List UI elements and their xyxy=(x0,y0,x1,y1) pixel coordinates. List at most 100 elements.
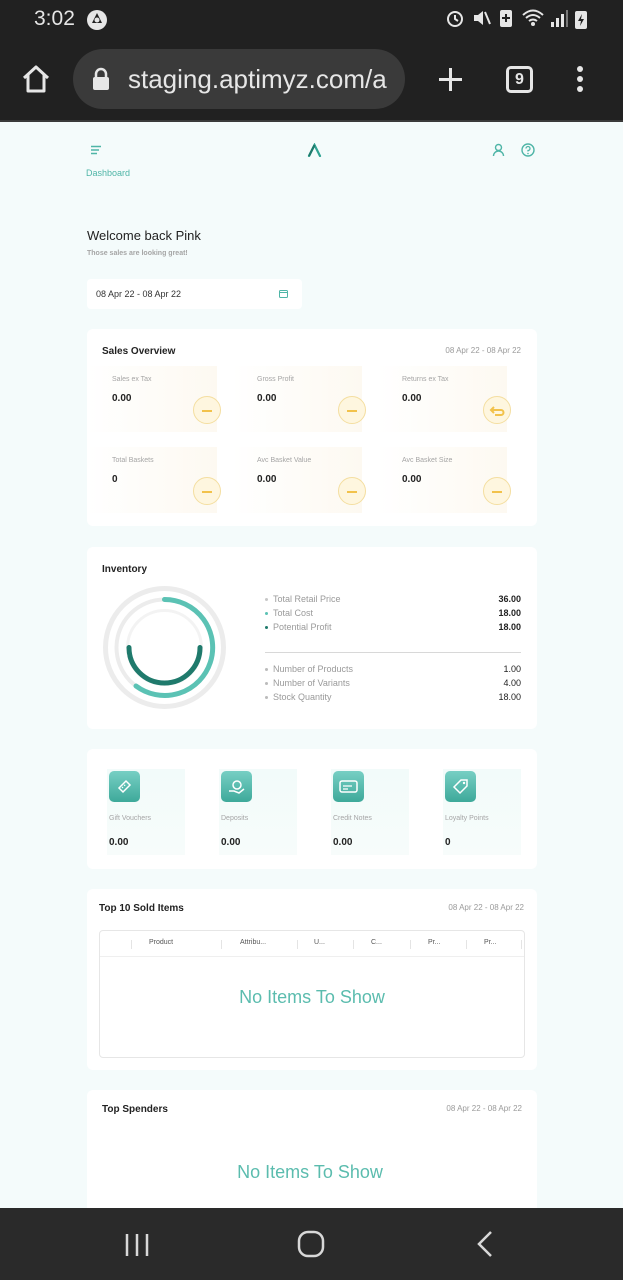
tile-label: Avc Basket Size xyxy=(402,457,453,464)
tile-value: 0.00 xyxy=(257,474,277,485)
browser-toolbar: staging.aptimyz.com/a 9 xyxy=(0,38,623,122)
stat-value: 18.00 xyxy=(498,622,521,632)
minus-icon xyxy=(193,477,221,505)
help-icon[interactable] xyxy=(521,143,535,157)
tile-loyalty-points: Loyalty Points 0 xyxy=(443,769,521,855)
stat-stock-quantity: Stock Quantity xyxy=(265,692,332,702)
tile-value: 0.00 xyxy=(257,393,277,404)
welcome-subtitle: Those sales are looking great! xyxy=(87,250,188,257)
tile-avg-basket-size: Avc Basket Size 0.00 xyxy=(377,447,511,513)
tile-label: Avc Basket Value xyxy=(257,457,312,464)
breadcrumb[interactable]: Dashboard xyxy=(86,168,130,178)
tile-label: Sales ex Tax xyxy=(112,376,152,383)
empty-state-text: No Items To Show xyxy=(237,1162,383,1182)
minus-icon xyxy=(338,396,366,424)
mute-icon xyxy=(474,11,491,25)
inventory-card: Inventory Total Retail Price 36.00 Total… xyxy=(87,547,537,729)
tile-deposits: Deposits 0.00 xyxy=(219,769,297,855)
stat-value: 18.00 xyxy=(498,608,521,618)
voucher-label: Loyalty Points xyxy=(445,815,489,822)
tile-gift-vouchers: Gift Vouchers 0.00 xyxy=(107,769,185,855)
stat-label: Number of Variants xyxy=(273,678,350,688)
home-icon[interactable] xyxy=(21,64,51,94)
stat-value: 18.00 xyxy=(498,692,521,702)
minus-icon xyxy=(338,477,366,505)
stat-total-cost: Total Cost xyxy=(265,608,313,618)
stat-label: Stock Quantity xyxy=(273,692,332,702)
tile-total-baskets: Total Baskets 0 xyxy=(87,447,221,513)
voucher-value: 0.00 xyxy=(333,837,353,848)
table-header: Product Attribu... U... C... Pr... Pr... xyxy=(100,931,524,957)
voucher-label: Credit Notes xyxy=(333,815,372,822)
calendar-icon[interactable] xyxy=(279,289,288,298)
tile-sales-ex-tax: Sales ex Tax 0.00 xyxy=(87,366,221,432)
voucher-label: Gift Vouchers xyxy=(109,815,152,822)
voucher-value: 0.00 xyxy=(221,837,241,848)
top-sold-date: 08 Apr 22 - 08 Apr 22 xyxy=(448,903,524,912)
system-navigation-bar xyxy=(0,1208,623,1280)
new-tab-icon[interactable] xyxy=(437,66,464,93)
lock-icon[interactable] xyxy=(91,67,111,91)
money-hand-icon xyxy=(221,771,252,802)
signal-icon xyxy=(551,10,568,27)
tile-value: 0.00 xyxy=(112,393,132,404)
sales-overview-card: Sales Overview 08 Apr 22 - 08 Apr 22 Sal… xyxy=(87,329,537,526)
battery-charging-icon xyxy=(575,11,587,29)
status-bar: 3:02 xyxy=(0,0,623,38)
ticket-icon xyxy=(109,771,140,802)
more-menu-icon[interactable] xyxy=(575,65,585,93)
back-icon[interactable] xyxy=(476,1230,494,1258)
stat-total-retail-price: Total Retail Price xyxy=(265,594,341,604)
voucher-label: Deposits xyxy=(221,815,249,822)
column-header[interactable]: Pr... xyxy=(428,939,440,946)
tile-avg-basket-value: Avc Basket Value 0.00 xyxy=(232,447,366,513)
stat-number-of-products: Number of Products xyxy=(265,664,353,674)
vouchers-card: Gift Vouchers 0.00 Deposits 0.00 Credit … xyxy=(87,749,537,869)
tile-value: 0.00 xyxy=(402,393,422,404)
top-sold-table: Product Attribu... U... C... Pr... Pr...… xyxy=(99,930,525,1058)
stat-label: Total Cost xyxy=(273,608,314,618)
divider xyxy=(265,652,521,653)
user-profile-icon[interactable] xyxy=(492,143,505,157)
stat-label: Number of Products xyxy=(273,664,354,674)
sales-overview-title: Sales Overview xyxy=(102,346,176,357)
tag-icon xyxy=(445,771,476,802)
date-range-picker[interactable]: 08 Apr 22 - 08 Apr 22 xyxy=(87,279,302,309)
tile-value: 0 xyxy=(112,474,118,485)
url-text[interactable]: staging.aptimyz.com/a xyxy=(128,64,387,95)
sales-overview-date: 08 Apr 22 - 08 Apr 22 xyxy=(445,346,521,355)
tile-label: Total Baskets xyxy=(112,457,154,464)
tile-value: 0.00 xyxy=(402,474,422,485)
voucher-value: 0.00 xyxy=(109,837,129,848)
tile-returns-ex-tax: Returns ex Tax 0.00 xyxy=(377,366,511,432)
column-header[interactable]: Pr... xyxy=(484,939,496,946)
minus-icon xyxy=(193,396,221,424)
app-logo-icon[interactable] xyxy=(307,143,322,157)
home-button-icon[interactable] xyxy=(297,1230,325,1258)
alarm-icon xyxy=(447,11,463,27)
tile-credit-notes: Credit Notes 0.00 xyxy=(331,769,409,855)
app-notification-icon xyxy=(87,10,107,30)
hamburger-menu-icon[interactable] xyxy=(90,145,102,155)
web-page: Dashboard Welcome back Pink Those sales … xyxy=(0,124,623,1208)
stat-number-of-variants: Number of Variants xyxy=(265,678,350,688)
tab-switcher-button[interactable]: 9 xyxy=(506,66,533,93)
date-range-value: 08 Apr 22 - 08 Apr 22 xyxy=(96,289,182,299)
status-time: 3:02 xyxy=(34,7,75,30)
top-spenders-card: Top Spenders 08 Apr 22 - 08 Apr 22 No It… xyxy=(87,1090,537,1208)
stat-value: 4.00 xyxy=(503,678,521,688)
return-icon xyxy=(483,396,511,424)
address-bar[interactable]: staging.aptimyz.com/a xyxy=(73,49,405,109)
stat-value: 1.00 xyxy=(503,664,521,674)
voucher-value: 0 xyxy=(445,837,451,848)
recent-apps-icon[interactable] xyxy=(124,1232,150,1258)
column-header[interactable]: C... xyxy=(371,939,382,946)
stat-value: 36.00 xyxy=(498,594,521,604)
column-header[interactable]: Product xyxy=(149,939,173,946)
stat-label: Total Retail Price xyxy=(273,594,341,604)
tile-gross-profit: Gross Profit 0.00 xyxy=(232,366,366,432)
column-header[interactable]: Attribu... xyxy=(240,939,266,946)
minus-icon xyxy=(483,477,511,505)
credit-card-icon xyxy=(333,771,364,802)
column-header[interactable]: U... xyxy=(314,939,325,946)
